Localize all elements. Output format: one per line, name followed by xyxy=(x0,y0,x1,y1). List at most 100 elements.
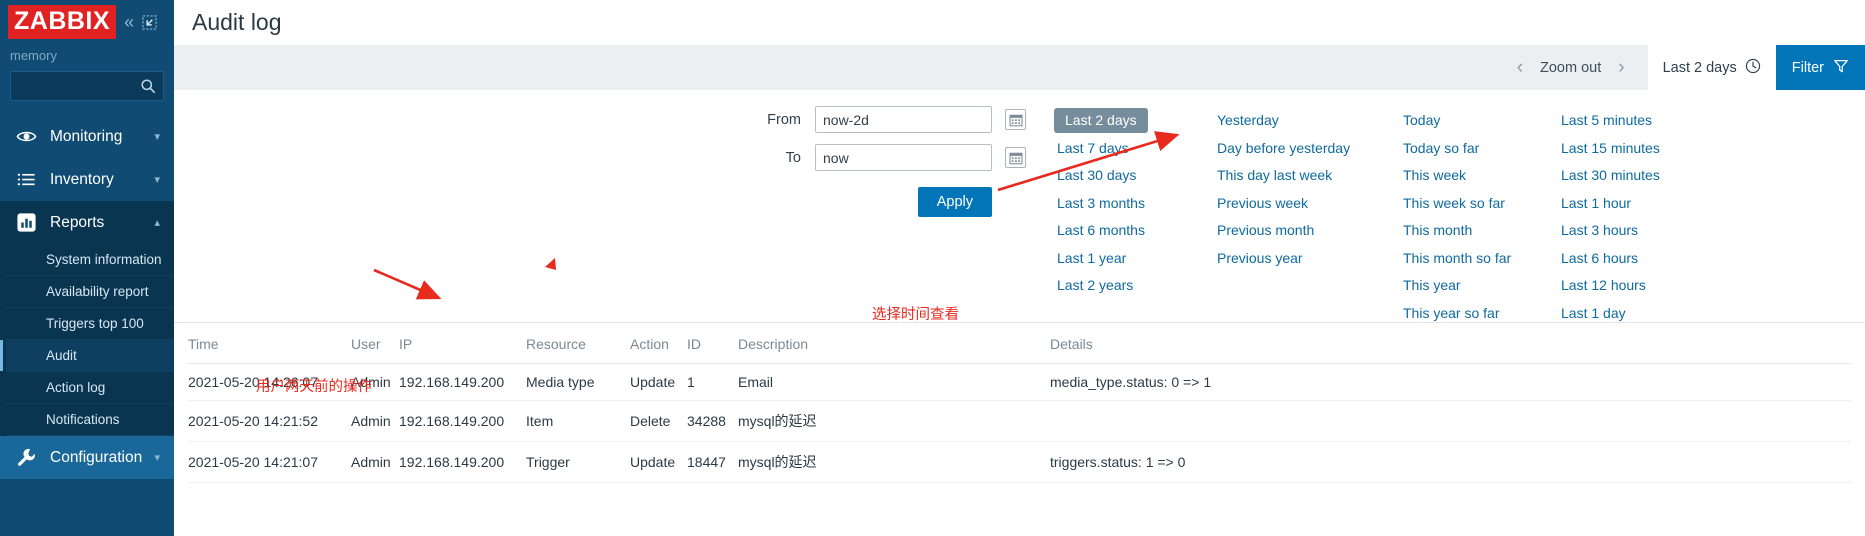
sidebar-username[interactable]: memory xyxy=(0,44,174,71)
sidebar-item-action-log[interactable]: Action log xyxy=(6,372,174,404)
quick-range-last-7-days[interactable]: Last 7 days xyxy=(1054,135,1214,163)
sidebar-search-wrap xyxy=(0,71,174,101)
sidebar-item-reports[interactable]: Reports ▴ xyxy=(0,201,174,244)
cell-user: Admin xyxy=(351,400,399,442)
sidebar-header: ZABBIX « xyxy=(0,0,174,44)
quick-range-last-15-minutes[interactable]: Last 15 minutes xyxy=(1558,135,1708,163)
quick-range-day-before-yesterday[interactable]: Day before yesterday xyxy=(1214,135,1400,163)
quick-range-this-year[interactable]: This year xyxy=(1400,272,1558,300)
quick-range-yesterday[interactable]: Yesterday xyxy=(1214,107,1400,135)
sidebar-item-inventory[interactable]: Inventory ▾ xyxy=(0,158,174,201)
zabbix-logo: ZABBIX xyxy=(8,5,117,39)
time-range-tab[interactable]: Last 2 days xyxy=(1647,45,1776,90)
column-header-action[interactable]: Action xyxy=(630,323,687,364)
quick-range-today-so-far[interactable]: Today so far xyxy=(1400,135,1558,163)
quick-range-last-5-minutes[interactable]: Last 5 minutes xyxy=(1558,107,1708,135)
sidebar-item-notifications[interactable]: Notifications xyxy=(6,404,174,436)
cell-id: 1 xyxy=(687,363,738,401)
cell-time: 2021-05-20 14:26:07 xyxy=(188,363,351,401)
column-header-ip[interactable]: IP xyxy=(399,323,526,364)
chevron-right-icon[interactable]: › xyxy=(1605,58,1637,77)
quick-range-last-3-months[interactable]: Last 3 months xyxy=(1054,190,1214,218)
page-header: Audit log xyxy=(174,0,1865,45)
sidebar-item-triggers-top-100[interactable]: Triggers top 100 xyxy=(6,308,174,340)
zoom-out-button[interactable]: Zoom out xyxy=(1536,60,1605,76)
chevron-down-icon: ▾ xyxy=(154,174,160,186)
sidebar-item-monitoring[interactable]: Monitoring ▾ xyxy=(0,115,174,158)
reports-submenu: System information Availability report T… xyxy=(0,244,174,436)
sidebar-item-label: Reports xyxy=(50,213,105,231)
sub-item-label: System information xyxy=(46,252,162,267)
page-title: Audit log xyxy=(192,9,282,35)
quick-range-previous-month[interactable]: Previous month xyxy=(1214,217,1400,245)
quick-range-last-1-day[interactable]: Last 1 day xyxy=(1558,300,1708,328)
sidebar-item-configuration[interactable]: Configuration ▾ xyxy=(0,436,174,479)
cell-ip: 192.168.149.200 xyxy=(399,400,526,442)
search-box[interactable] xyxy=(10,71,164,101)
table-row[interactable]: 2021-05-20 14:26:07 Admin 192.168.149.20… xyxy=(188,363,1851,401)
quick-range-column-3: Today Today so far This week This week s… xyxy=(1400,107,1558,322)
sidebar-item-label: Configuration xyxy=(50,448,143,466)
quick-range-this-week-so-far[interactable]: This week so far xyxy=(1400,190,1558,218)
cell-user: Admin xyxy=(351,363,399,401)
time-range-label: Last 2 days xyxy=(1662,59,1737,76)
quick-range-last-1-year[interactable]: Last 1 year xyxy=(1054,245,1214,273)
sidebar-item-system-information[interactable]: System information xyxy=(6,244,174,276)
column-header-description[interactable]: Description xyxy=(738,323,1050,364)
sidebar-item-availability-report[interactable]: Availability report xyxy=(6,276,174,308)
quick-range-last-30-minutes[interactable]: Last 30 minutes xyxy=(1558,162,1708,190)
time-selector-bar: ‹ Zoom out › Last 2 days Filter xyxy=(174,45,1865,90)
apply-row: Apply xyxy=(174,187,1054,217)
apply-button[interactable]: Apply xyxy=(917,187,992,217)
table-row[interactable]: 2021-05-20 14:21:52 Admin 192.168.149.20… xyxy=(188,400,1851,442)
quick-range-last-2-years[interactable]: Last 2 years xyxy=(1054,272,1214,300)
search-icon[interactable] xyxy=(140,78,156,94)
quick-range-previous-year[interactable]: Previous year xyxy=(1214,245,1400,273)
quick-range-this-year-so-far[interactable]: This year so far xyxy=(1400,300,1558,328)
sidebar-nav: Monitoring ▾ Inventory ▾ Reports ▴ Syste… xyxy=(0,115,174,479)
table-head: Time User IP Resource Action ID Descript… xyxy=(188,323,1851,364)
to-label: To xyxy=(785,149,801,166)
quick-range-last-12-hours[interactable]: Last 12 hours xyxy=(1558,272,1708,300)
from-label: From xyxy=(767,111,801,128)
column-header-time[interactable]: Time xyxy=(188,323,351,364)
chevrons-left-icon[interactable]: « xyxy=(124,13,134,31)
bar-chart-icon xyxy=(16,212,42,233)
calendar-icon[interactable] xyxy=(1005,109,1026,130)
cell-time: 2021-05-20 14:21:52 xyxy=(188,400,351,442)
filter-tab[interactable]: Filter xyxy=(1775,45,1865,90)
sidebar-item-label: Monitoring xyxy=(50,127,123,145)
column-header-id[interactable]: ID xyxy=(687,323,738,364)
quick-range-last-6-hours[interactable]: Last 6 hours xyxy=(1558,245,1708,273)
column-header-resource[interactable]: Resource xyxy=(526,323,630,364)
chevron-left-icon[interactable]: ‹ xyxy=(1504,58,1536,77)
quick-range-this-month-so-far[interactable]: This month so far xyxy=(1400,245,1558,273)
column-header-user[interactable]: User xyxy=(351,323,399,364)
sidebar-item-audit[interactable]: Audit xyxy=(0,340,174,372)
from-input[interactable] xyxy=(815,106,992,133)
quick-range-column-1: Last 2 days Last 7 days Last 30 days Las… xyxy=(1054,107,1214,322)
calendar-icon[interactable] xyxy=(1005,147,1026,168)
cell-action: Delete xyxy=(630,400,687,442)
sub-item-label: Action log xyxy=(46,380,106,395)
to-row: To xyxy=(174,144,1054,171)
quick-range-column-2: Yesterday Day before yesterday This day … xyxy=(1214,107,1400,322)
quick-range-this-week[interactable]: This week xyxy=(1400,162,1558,190)
quick-range-last-30-days[interactable]: Last 30 days xyxy=(1054,162,1214,190)
filter-panel: From To xyxy=(174,90,1865,395)
quick-range-last-2-days[interactable]: Last 2 days xyxy=(1054,108,1148,134)
quick-range-last-3-hours[interactable]: Last 3 hours xyxy=(1558,217,1708,245)
quick-range-this-day-last-week[interactable]: This day last week xyxy=(1214,162,1400,190)
quick-range-previous-week[interactable]: Previous week xyxy=(1214,190,1400,218)
collapse-view-icon[interactable] xyxy=(142,14,157,30)
quick-range-today[interactable]: Today xyxy=(1400,107,1558,135)
quick-range-last-1-hour[interactable]: Last 1 hour xyxy=(1558,190,1708,218)
time-range-form: From To xyxy=(174,90,1054,322)
table-row[interactable]: 2021-05-20 14:21:07 Admin 192.168.149.20… xyxy=(188,441,1851,483)
to-input[interactable] xyxy=(815,144,992,171)
zabbix-audit-log-page: ZABBIX « memory Monitoring ▾ Inventory ▾… xyxy=(0,0,1865,536)
quick-range-this-month[interactable]: This month xyxy=(1400,217,1558,245)
column-header-details[interactable]: Details xyxy=(1050,323,1851,364)
quick-range-last-6-months[interactable]: Last 6 months xyxy=(1054,217,1214,245)
chevron-up-icon: ▴ xyxy=(154,217,160,229)
